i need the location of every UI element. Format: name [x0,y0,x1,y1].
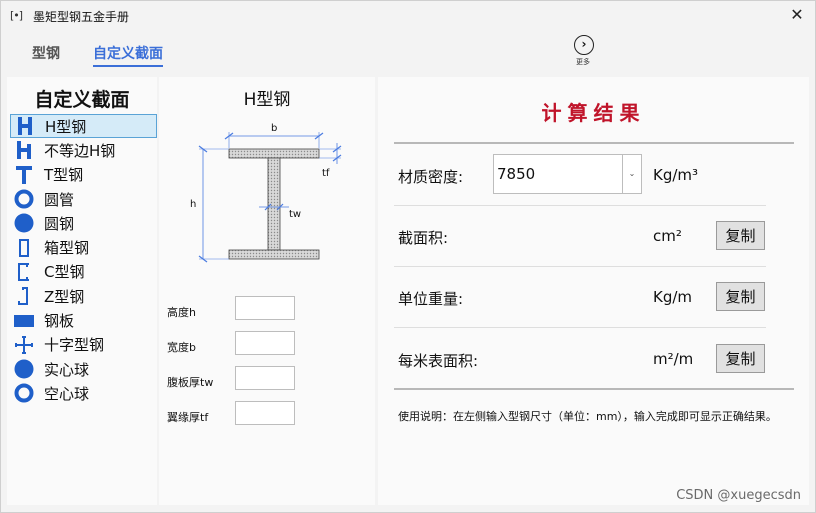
section-item-label: 钢板 [44,312,75,331]
area-label: 截面积: [398,229,449,247]
bottom-flange [228,249,320,260]
copy-surface-area-button[interactable]: 复制 [716,344,765,373]
section-item-label: 十字型钢 [44,336,105,355]
section-item-label: 圆管 [44,190,75,209]
usage-instructions: 使用说明：在左侧输入型钢尺寸（单位：mm），输入完成即可显示正确结果。 [398,410,777,423]
flange-thickness-label: 翼缘厚tf [167,411,209,424]
tab-custom-section[interactable]: 自定义截面 [93,43,163,67]
round-bar-icon [12,213,36,233]
z-section-icon [12,286,36,306]
web-thickness-label: 腹板厚tw [167,376,214,389]
section-item-label: H型钢 [45,117,87,136]
results-title: 计算结果 [541,101,646,125]
divider [394,266,766,267]
copy-area-button[interactable]: 复制 [716,221,765,250]
section-item-steel-plate[interactable]: 钢板 [10,308,157,332]
c-channel-icon [12,262,36,282]
section-item-label: 圆钢 [44,214,75,233]
section-item-h-beam[interactable]: H型钢 [10,114,157,139]
section-item-hollow-sphere[interactable]: 空心球 [10,381,157,405]
dimension-h-label: h [190,199,196,210]
more-button[interactable]: › 更多 [574,35,594,67]
section-item-solid-sphere[interactable]: 实心球 [10,357,157,381]
width-input[interactable] [235,331,295,355]
solid-sphere-icon [12,359,36,379]
t-beam-icon [12,165,36,185]
tab-steel-sections[interactable]: 型钢 [32,43,60,63]
height-label: 高度h [167,306,196,319]
unequal-h-beam-icon [12,140,36,160]
section-item-cross-section[interactable]: 十字型钢 [10,333,157,357]
density-select[interactable]: 7850 ⌄ [493,154,642,194]
section-item-unequal-h-beam[interactable]: 不等边H钢 [10,138,157,162]
tab-bar: 型钢 自定义截面 › 更多 [1,31,815,73]
dimension-tf-label: tf [322,168,330,179]
section-item-label: 箱型钢 [44,239,90,258]
chevron-down-icon[interactable]: ⌄ [622,155,641,193]
width-label: 宽度b [167,341,196,354]
divider [394,388,794,390]
density-label: 材质密度: [398,168,464,186]
title-bar: [•] 墨矩型钢五金手册 ✕ [1,1,815,31]
more-label: 更多 [576,58,590,66]
height-input[interactable] [235,296,295,320]
h-beam-icon [13,116,37,136]
density-value: 7850 [497,165,536,183]
watermark: CSDN @xuegecsdn [676,488,801,503]
section-title: H型钢 [243,90,291,110]
top-flange [228,148,320,159]
section-item-box-section[interactable]: 箱型钢 [10,235,157,259]
section-item-label: T型钢 [44,166,84,185]
section-item-round-tube[interactable]: 圆管 [10,187,157,211]
divider [394,205,766,206]
app-logo-icon: [•] [10,9,23,22]
box-section-icon [12,238,36,258]
section-input-panel: H型钢 b h tf tw 高度h 宽度b 腹板厚tw 翼缘厚tf [159,77,375,505]
h-beam-diagram: b h tf tw [190,123,342,263]
weight-unit: Kg/m [653,288,693,306]
area-unit: cm² [653,227,682,245]
section-type-list: H型钢 不等边H钢 T型钢 圆管 圆钢 箱型钢 C型钢 Z型钢 钢板 十字型钢 … [10,114,157,406]
app-window: [•] 墨矩型钢五金手册 ✕ 型钢 自定义截面 › 更多 自定义截面 H型钢 不… [0,0,816,513]
section-type-panel: 自定义截面 H型钢 不等边H钢 T型钢 圆管 圆钢 箱型钢 C型钢 Z型钢 钢板… [7,77,157,505]
divider [394,142,794,144]
section-item-round-bar[interactable]: 圆钢 [10,211,157,235]
surface-area-label: 每米表面积: [398,352,479,370]
cross-section-icon [12,335,36,355]
section-item-label: 实心球 [44,360,90,379]
weight-label: 单位重量: [398,290,464,308]
round-tube-icon [12,189,36,209]
results-panel: 计算结果 材质密度: 7850 ⌄ Kg/m³ 截面积: cm² 复制 单位重量… [378,77,809,505]
section-item-c-channel[interactable]: C型钢 [10,260,157,284]
divider [394,327,766,328]
chevron-right-circle-icon: › [574,35,594,55]
density-unit: Kg/m³ [653,166,699,184]
close-button[interactable]: ✕ [787,5,807,25]
section-item-z-section[interactable]: Z型钢 [10,284,157,308]
hollow-sphere-icon [12,383,36,403]
dimension-b-label: b [271,123,277,134]
copy-weight-button[interactable]: 复制 [716,282,765,311]
flange-thickness-input[interactable] [235,401,295,425]
dimension-tw-label: tw [289,209,301,220]
surface-area-unit: m²/m [653,350,694,368]
window-title: 墨矩型钢五金手册 [33,10,130,24]
web-thickness-input[interactable] [235,366,295,390]
section-item-label: Z型钢 [44,287,85,306]
web [267,157,281,251]
steel-plate-icon [12,311,36,331]
section-item-label: 不等边H钢 [44,141,116,160]
section-item-t-beam[interactable]: T型钢 [10,163,157,187]
section-type-title: 自定义截面 [34,89,130,111]
section-item-label: 空心球 [44,384,90,403]
section-item-label: C型钢 [44,263,85,282]
